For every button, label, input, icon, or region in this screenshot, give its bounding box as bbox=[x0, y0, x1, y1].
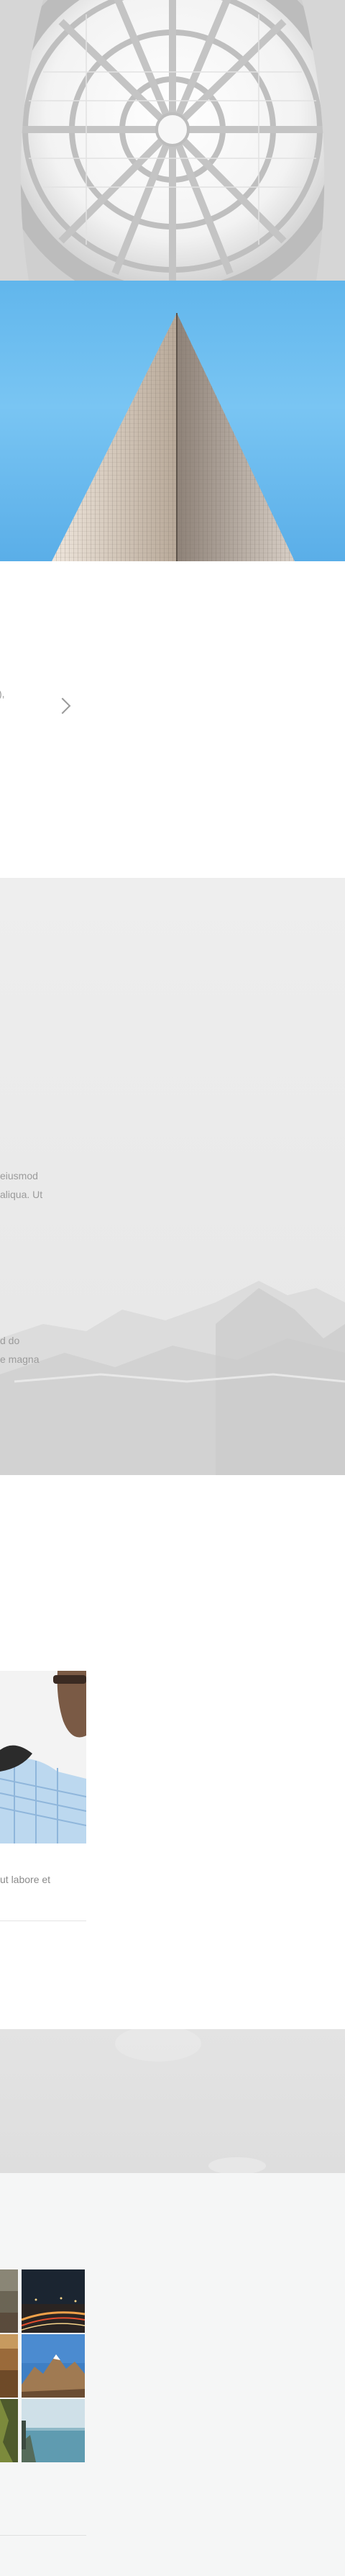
fog-mountain-section bbox=[0, 878, 345, 1475]
divider bbox=[0, 1920, 86, 1921]
fog-text-line: d do bbox=[0, 1335, 20, 1346]
tower-illustration bbox=[52, 313, 295, 561]
fog-text-line: aliqua. Ut bbox=[0, 1189, 43, 1200]
grey-banner bbox=[0, 2029, 345, 2173]
gallery-thumb-partial[interactable] bbox=[0, 2334, 18, 2398]
gallery-thumb-partial[interactable] bbox=[0, 2269, 18, 2333]
dome-illustration bbox=[0, 0, 345, 281]
hero-dome-image bbox=[0, 0, 345, 281]
fog-text-line: eiusmod bbox=[0, 1170, 38, 1182]
divider bbox=[0, 2535, 86, 2536]
gallery-thumb-mountains[interactable] bbox=[22, 2334, 85, 2398]
content-slider bbox=[0, 561, 345, 878]
mountain-illustration bbox=[0, 1281, 345, 1475]
gallery-thumb-partial[interactable] bbox=[0, 2399, 18, 2462]
fog-text-line: e magna bbox=[0, 1353, 40, 1365]
about-text: ut labore et bbox=[0, 1874, 51, 1885]
gallery-thumb-night-city[interactable] bbox=[22, 2269, 85, 2333]
gallery-thumb-sea[interactable] bbox=[22, 2399, 85, 2462]
person-photo bbox=[0, 1671, 86, 1843]
hero-tower-image bbox=[0, 281, 345, 561]
slider-text-fragment: ), bbox=[0, 688, 5, 699]
